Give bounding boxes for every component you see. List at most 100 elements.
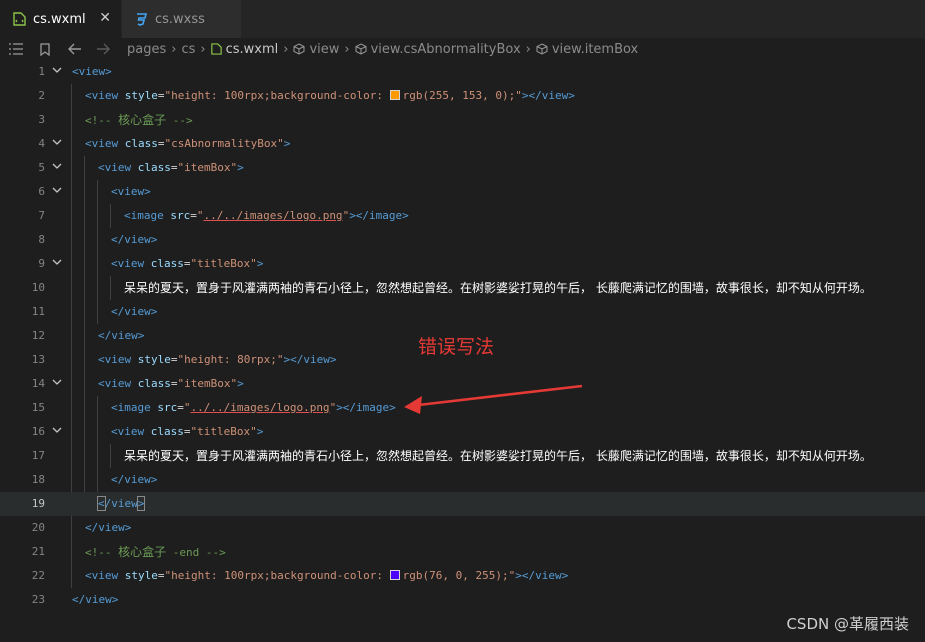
code-token: <view>	[111, 185, 151, 198]
fold-chevron-icon[interactable]	[52, 65, 62, 75]
close-icon[interactable]: ✕	[99, 11, 111, 25]
code-content: <!-- 核心盒子 -->	[85, 108, 193, 133]
code-line[interactable]: 3 <!-- 核心盒子 -->	[0, 108, 925, 132]
fold-chevron-icon[interactable]	[52, 185, 62, 195]
code-token: src	[157, 401, 178, 414]
code-token: "csAbnormalityBox"	[164, 137, 284, 150]
line-number: 3	[38, 113, 45, 126]
watermark: CSDN @革履西装	[786, 615, 909, 633]
wxml-file-icon	[210, 43, 222, 55]
code-token: =	[177, 401, 184, 414]
code-content: </view>	[98, 324, 144, 348]
code-line[interactable]: 23 </view>	[0, 588, 925, 612]
code-token: style	[124, 89, 158, 102]
forward-arrow-icon[interactable]	[94, 39, 112, 59]
code-token: -->	[166, 114, 193, 127]
code-token: class	[137, 161, 171, 174]
code-token: <image	[111, 401, 158, 414]
code-token: class	[124, 137, 158, 150]
line-number: 11	[31, 305, 45, 318]
line-number: 20	[31, 521, 45, 534]
breadcrumb-item[interactable]: view.itemBox	[552, 42, 638, 57]
color-swatch[interactable]	[389, 90, 400, 100]
list-icon[interactable]	[8, 39, 24, 59]
code-line[interactable]: 6 <view>	[0, 180, 925, 204]
breadcrumb-item[interactable]: view.csAbnormalityBox	[371, 42, 521, 57]
line-number: 7	[38, 209, 45, 222]
fold-chevron-icon[interactable]	[52, 161, 62, 171]
code-line[interactable]: 22 <view style="height: 100rpx;background…	[0, 564, 925, 588]
bookmark-icon[interactable]	[38, 39, 52, 59]
breadcrumb-item[interactable]: cs	[181, 42, 195, 57]
code-token: <view	[98, 377, 138, 390]
breadcrumb-item[interactable]: cs.wxml	[226, 42, 279, 57]
code-line[interactable]: 2 <view style="height: 100rpx;background-…	[0, 84, 925, 108]
color-swatch[interactable]	[389, 570, 400, 580]
code-token: 呆呆的夏天，置身于风灌满两袖的青石小径上，忽然想起曾经。在树影婆娑打晃的午后， …	[124, 449, 872, 463]
code-token: "itemBox"	[177, 377, 238, 390]
code-line[interactable]: 16 <view class="titleBox">	[0, 420, 925, 444]
code-token: <view	[98, 353, 138, 366]
code-line[interactable]: 9 <view class="titleBox">	[0, 252, 925, 276]
css-file-icon	[134, 12, 148, 26]
code-line[interactable]: 21 <!-- 核心盒子 -end -->	[0, 540, 925, 564]
code-token: /view	[104, 497, 138, 510]
code-line[interactable]: 1 <view>	[0, 60, 925, 84]
tab-label: cs.wxml	[33, 11, 86, 27]
code-token: <	[97, 496, 106, 511]
breadcrumb-item[interactable]: view	[309, 42, 339, 57]
line-number: 12	[31, 329, 45, 342]
code-token: <view	[98, 161, 138, 174]
code-content: </view>	[111, 228, 157, 252]
code-line[interactable]: 7 <image src="../../images/logo.png"></im…	[0, 204, 925, 228]
line-number: 9	[38, 257, 45, 270]
code-line[interactable]: 17 呆呆的夏天，置身于风灌满两袖的青石小径上，忽然想起曾经。在树影婆娑打晃的午后…	[0, 444, 925, 468]
fold-chevron-icon[interactable]	[52, 257, 62, 267]
line-number: 21	[31, 545, 45, 558]
code-token: rgb(76, 0, 255);"	[402, 569, 516, 582]
code-token: <view>	[72, 65, 112, 78]
code-token: class	[150, 257, 184, 270]
fold-chevron-icon[interactable]	[52, 425, 62, 435]
code-token: ></image>	[349, 209, 409, 222]
code-line[interactable]: 5 <view class="itemBox">	[0, 156, 925, 180]
code-line[interactable]: 8 </view>	[0, 228, 925, 252]
chevron-right-icon: ›	[171, 41, 177, 57]
line-number: 16	[31, 425, 45, 438]
cube-icon	[536, 43, 548, 55]
chevron-right-icon: ›	[200, 41, 206, 57]
back-arrow-icon[interactable]	[66, 39, 84, 59]
code-line[interactable]: 18 </view>	[0, 468, 925, 492]
fold-chevron-icon[interactable]	[52, 377, 62, 387]
code-line[interactable]: 4 <view class="csAbnormalityBox">	[0, 132, 925, 156]
breadcrumb-item[interactable]: pages	[127, 42, 166, 57]
code-token: "titleBox"	[190, 257, 257, 270]
code-token: </view>	[111, 473, 158, 486]
code-token: =	[157, 89, 165, 102]
line-number: 13	[31, 353, 45, 366]
code-token: "height: 100rpx;background-color:	[164, 89, 390, 102]
code-content: </view>	[85, 516, 131, 540]
code-content: <image src="../../images/logo.png"></ima…	[111, 396, 396, 420]
code-content: <view style="height: 100rpx;background-c…	[85, 84, 575, 108]
tab-cs-wxss[interactable]: cs.wxss	[122, 0, 241, 38]
code-token: ></view>	[515, 569, 569, 582]
tab-cs-wxml[interactable]: cs.wxml ✕	[0, 0, 121, 38]
code-line[interactable]: 10 呆呆的夏天，置身于风灌满两袖的青石小径上，忽然想起曾经。在树影婆娑打晃的午后…	[0, 276, 925, 300]
code-line[interactable]: 20 </view>	[0, 516, 925, 540]
code-content: </view>	[111, 300, 157, 324]
code-content: <view>	[72, 60, 112, 84]
fold-chevron-icon[interactable]	[52, 137, 62, 147]
code-token: </view>	[85, 521, 132, 534]
line-number: 2	[38, 89, 45, 102]
code-token: -end -->	[166, 546, 226, 559]
chevron-right-icon: ›	[525, 41, 531, 57]
code-line[interactable]: 11 </view>	[0, 300, 925, 324]
code-content: </view>	[72, 588, 118, 612]
code-token: 核心盒子	[118, 545, 167, 559]
code-token: <view	[85, 89, 125, 102]
breadcrumb-bar: pages › cs › cs.wxml › view › view.csAbn…	[0, 38, 925, 60]
code-token: ></view>	[521, 89, 575, 102]
chevron-right-icon: ›	[283, 41, 289, 57]
code-line[interactable]: 19 </view>	[0, 492, 925, 516]
